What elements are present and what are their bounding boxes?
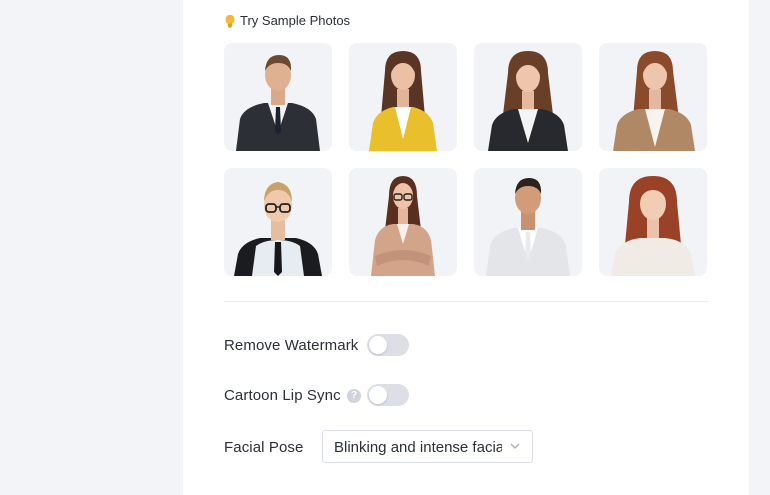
sample-photo-2[interactable] bbox=[349, 43, 457, 151]
cartoon-lip-sync-toggle[interactable] bbox=[367, 384, 409, 406]
cartoon-lip-sync-label: Cartoon Lip Sync bbox=[224, 387, 341, 404]
sample-photo-5[interactable] bbox=[224, 168, 332, 276]
sample-photo-7[interactable] bbox=[474, 168, 582, 276]
chevron-down-icon bbox=[510, 443, 520, 449]
section-divider bbox=[224, 301, 708, 302]
remove-watermark-toggle[interactable] bbox=[367, 334, 409, 356]
toggle-knob bbox=[369, 336, 387, 354]
sample-photos-header: Try Sample Photos bbox=[224, 13, 350, 28]
lightbulb-icon bbox=[225, 14, 235, 28]
remove-watermark-label: Remove Watermark bbox=[224, 337, 359, 354]
sample-photo-8[interactable] bbox=[599, 168, 707, 276]
sample-photo-6[interactable] bbox=[349, 168, 457, 276]
sample-photo-1[interactable] bbox=[224, 43, 332, 151]
sample-photo-4[interactable] bbox=[599, 43, 707, 151]
sample-photo-3[interactable] bbox=[474, 43, 582, 151]
toggle-knob bbox=[369, 386, 387, 404]
help-icon[interactable]: ? bbox=[347, 389, 361, 403]
facial-pose-label: Facial Pose bbox=[224, 439, 304, 456]
facial-pose-select[interactable]: Blinking and intense facial expressions bbox=[322, 430, 533, 463]
sample-photos-title: Try Sample Photos bbox=[240, 13, 351, 28]
page-gutter bbox=[749, 0, 770, 495]
facial-pose-value: Blinking and intense facial expressions bbox=[334, 439, 502, 456]
